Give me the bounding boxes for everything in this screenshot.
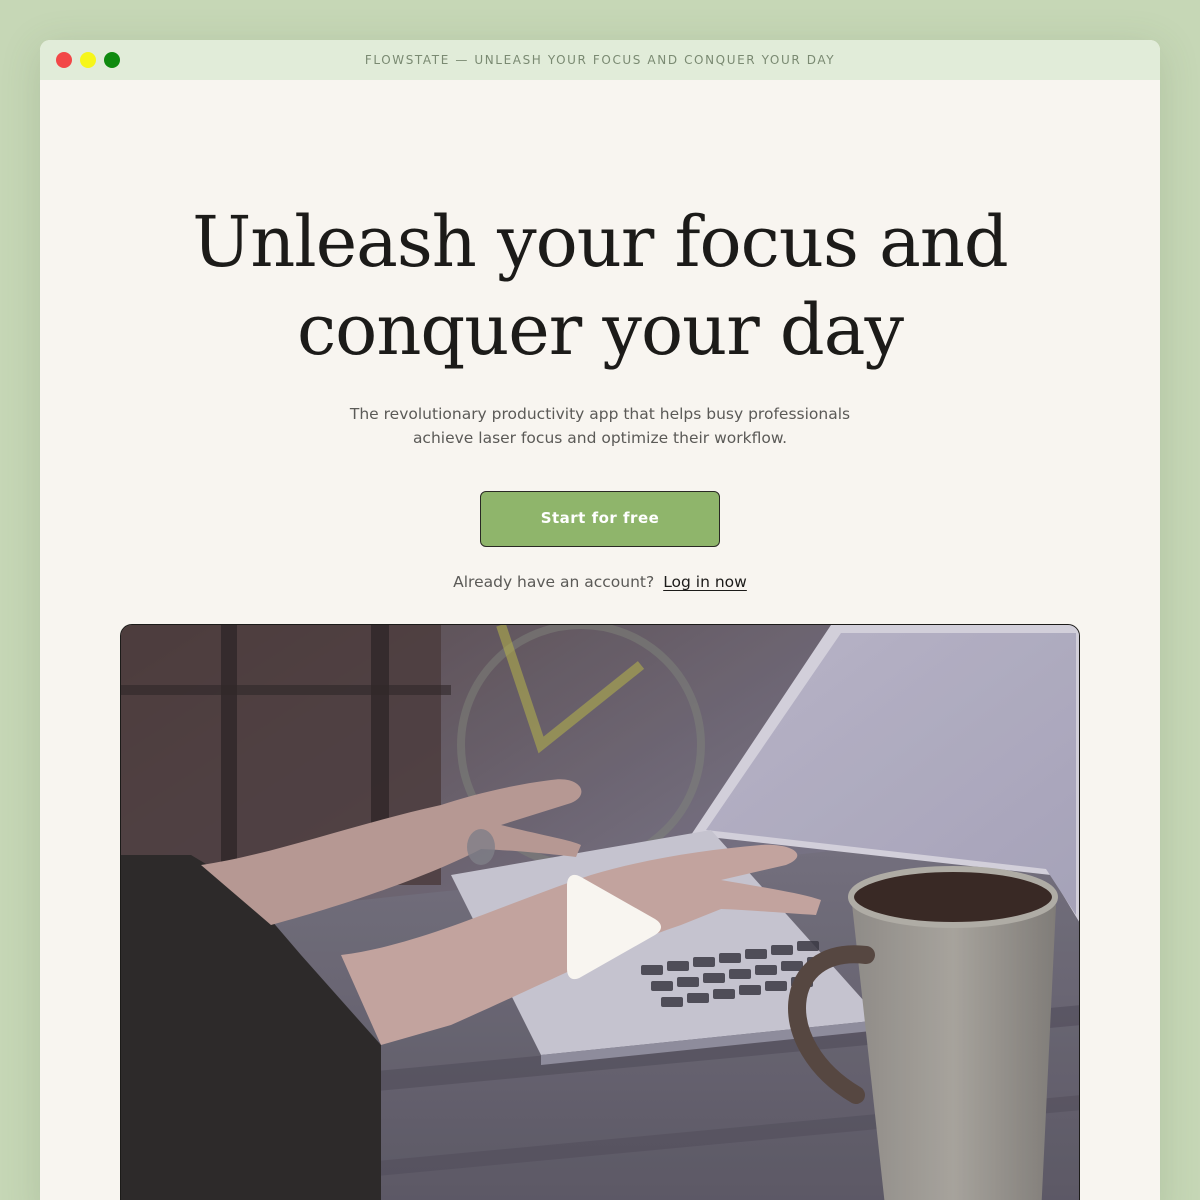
window-controls — [56, 52, 120, 68]
play-icon[interactable] — [567, 871, 663, 983]
start-for-free-button[interactable]: Start for free — [480, 491, 720, 547]
hero-section: Unleash your focus and conquer your day … — [40, 198, 1160, 591]
browser-window: FLOWSTATE — UNLEASH YOUR FOCUS AND CONQU… — [40, 40, 1160, 1200]
video-player[interactable] — [120, 624, 1080, 1200]
headline-line-2: conquer your day — [296, 289, 904, 371]
hero-headline: Unleash your focus and conquer your day — [40, 198, 1160, 374]
login-prompt-text: Already have an account? — [453, 573, 655, 591]
subtext-line-2: achieve laser focus and optimize their w… — [412, 429, 788, 447]
maximize-window-button[interactable] — [104, 52, 120, 68]
login-prompt: Already have an account? Log in now — [40, 573, 1160, 591]
window-title: FLOWSTATE — UNLEASH YOUR FOCUS AND CONQU… — [364, 53, 836, 67]
login-link[interactable]: Log in now — [663, 573, 747, 591]
headline-line-1: Unleash your focus and — [192, 201, 1009, 283]
subtext-line-1: The revolutionary productivity app that … — [349, 405, 851, 423]
minimize-window-button[interactable] — [80, 52, 96, 68]
title-bar: FLOWSTATE — UNLEASH YOUR FOCUS AND CONQU… — [40, 40, 1160, 80]
close-window-button[interactable] — [56, 52, 72, 68]
hero-subtext: The revolutionary productivity app that … — [40, 402, 1160, 450]
